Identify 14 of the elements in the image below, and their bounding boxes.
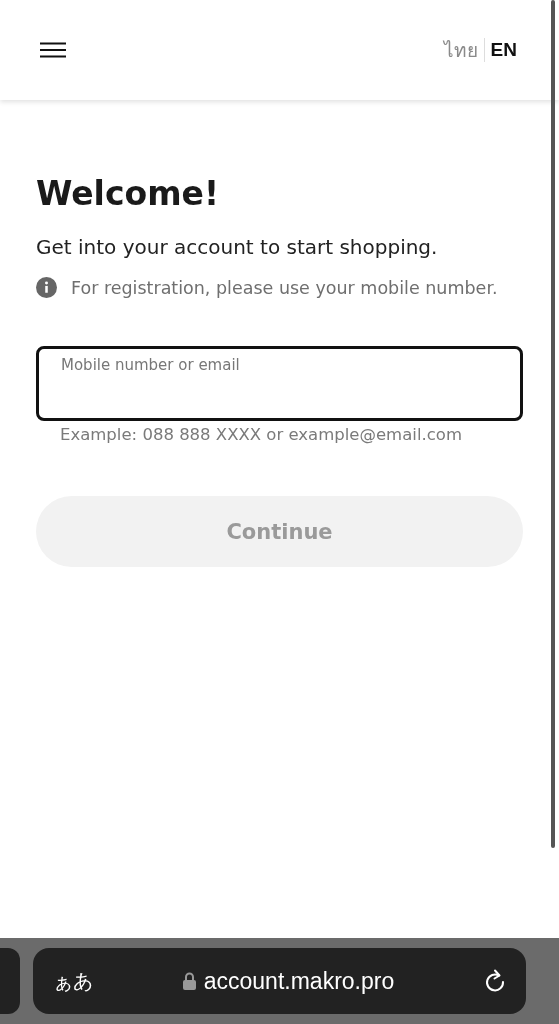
text-size-button[interactable]: ぁあ	[53, 967, 93, 995]
reload-icon[interactable]	[484, 969, 506, 993]
helper-text: Example: 088 888 XXXX or example@email.com	[60, 425, 463, 444]
tab-edge[interactable]	[0, 948, 20, 1014]
login-field[interactable]: Mobile number or email	[36, 346, 523, 421]
info-icon	[36, 277, 57, 298]
language-option[interactable]: EN	[484, 39, 523, 61]
page-title: Welcome!	[36, 174, 220, 213]
notice-text: For registration, please use your mobile number.	[71, 277, 498, 298]
address-bar[interactable]: ぁあ account.makro.pro	[33, 948, 526, 1014]
subtitle: Get into your account to start shopping.	[36, 235, 439, 259]
url-text: account.makro.pro	[203, 967, 395, 995]
lock-icon	[182, 972, 196, 990]
menu-icon[interactable]	[40, 42, 66, 58]
